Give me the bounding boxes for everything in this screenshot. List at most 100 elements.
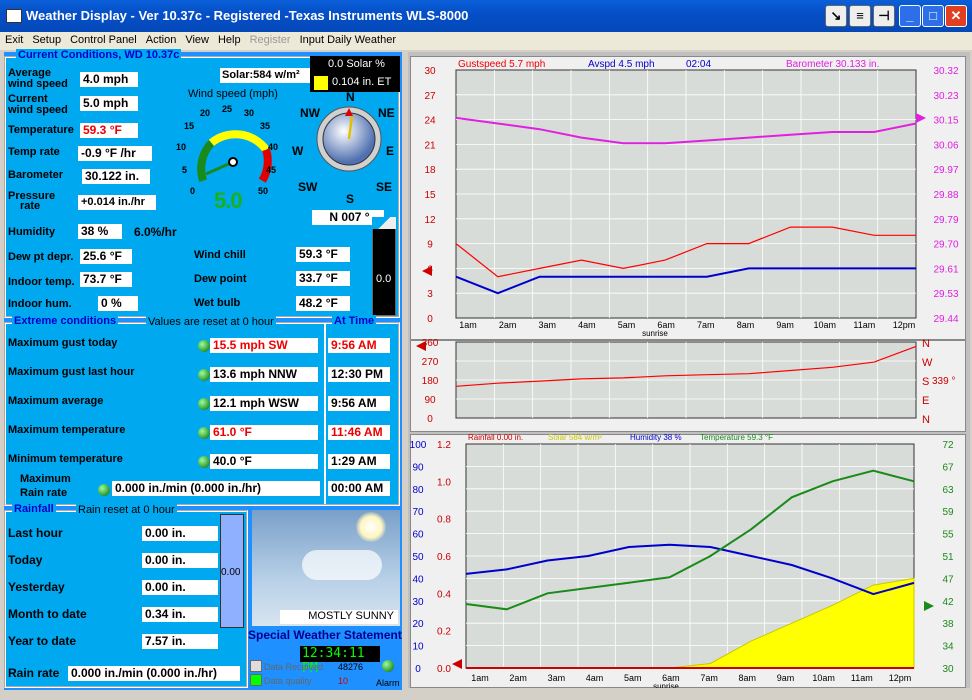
x-axis-tick: 7am [697,320,715,330]
menu-item[interactable]: Control Panel [65,33,141,46]
temp-axis-tick: 63 [942,485,954,496]
left-axis-tick: 9 [427,240,433,251]
rain-gauge: 0.00 [220,514,244,628]
wind-chill-value: 59.3 °F [296,247,350,262]
rain-row-value: 0.00 in. [142,553,218,568]
humidity-label: Humidity [8,226,56,238]
humidity-axis-tick: 60 [412,530,424,541]
max-rain-label: Maximum [20,473,71,485]
compass-w: W [292,144,304,158]
x-axis-tick: 8am [737,320,755,330]
graphs-panel: ‹ › 30272421181512963030.3230.2330.1530.… [408,52,970,688]
rain-axis-tick: 0.8 [437,515,451,526]
menu-item[interactable]: Action [141,33,181,46]
right-axis-tick: 29.53 [933,289,958,300]
pin-down-icon[interactable]: ↘ [825,5,847,27]
indoor-hum-label: Indoor hum. [8,298,72,310]
pin-icon[interactable]: ⊣ [873,5,895,27]
special-weather-statement[interactable]: Special Weather Statement [248,628,402,642]
compass-nw: NW [300,106,320,120]
wet-bulb-value: 48.2 °F [296,296,350,311]
x-axis-tick: 12pm [889,673,912,683]
menu-item[interactable]: Register [245,33,295,46]
humidity-axis-tick: 50 [412,552,424,563]
x-axis-tick: 5am [624,673,642,683]
rain-row-label: Yesterday [8,580,65,594]
x-axis-tick: 5am [618,320,636,330]
compass-sw: SW [298,180,318,194]
solar-percent-box: 0.0 Solar % 0.104 in. ET [310,56,400,92]
rain-axis-tick: 1.0 [437,477,451,488]
extreme-note: Values are reset at 0 hour [146,316,276,328]
temperature-label: Temperature 59.3 °F [700,433,773,442]
minimize-button[interactable]: _ [899,5,921,27]
gauge-tick: 30 [244,108,255,118]
clock-display: 12:34:11 PM [300,646,380,676]
data-received-swatch [250,660,262,672]
extreme-row-label: Maximum average [8,395,104,407]
rainfall-note: Rain reset at 0 hour [76,504,177,516]
rain-rate-value: 0.000 in./min (0.000 in./hr) [68,666,240,681]
gauge-tick: 0 [190,186,196,196]
x-axis-tick: 3am [539,320,557,330]
maximize-button[interactable]: □ [922,5,944,27]
gustspeed-label: Gustspeed 5.7 mph [458,59,545,70]
max-rain-label-2: Rain rate [20,487,68,499]
left-axis-tick: 3 [427,289,433,300]
rain-row-value: 0.00 in. [142,526,218,541]
right-axis-tick: 29.61 [933,264,958,275]
pressure-rate-value: +0.014 in./hr [78,195,156,210]
pressure-rate-label-2: rate [20,200,41,212]
cur-wind-label-2: wind speed [8,104,68,116]
close-button[interactable]: ✕ [945,5,967,27]
right-axis-tick: 30.06 [933,140,958,151]
menu-item[interactable]: Help [213,33,245,46]
extreme-row-value: 61.0 °F [210,425,318,440]
extreme-conditions-panel: Extreme conditions Values are reset at 0… [4,315,400,506]
compass-letter: S [922,376,929,388]
humidity-axis-tick: 0 [415,664,421,675]
stack-icon[interactable]: ≡ [849,5,871,27]
left-axis-tick: 24 [424,116,436,127]
current-conditions-title: Current Conditions, WD 10.37c [16,49,182,61]
gauge-tick: 10 [176,142,187,152]
humidity-axis-tick: 90 [412,462,424,473]
extreme-row-value: 12.1 mph WSW [210,396,318,411]
rainfall-label: Rainfall 0.00 in. [468,433,523,442]
gauge-tick: 40 [268,142,279,152]
menu-item[interactable]: Input Daily Weather [295,33,400,46]
app-icon [6,9,22,23]
temp-rate-value: -0.9 °F /hr [78,146,152,161]
sunrise-label: sunrise [642,329,668,338]
left-axis-tick: 18 [424,165,436,176]
temperature-label: Temperature [8,124,74,136]
menu-item[interactable]: View [180,33,213,46]
max-rain-value: 0.000 in./min (0.000 in./hr) [112,481,320,496]
extreme-row-time: 1:29 AM [328,454,390,469]
humidity-rate-value: 6.0%/hr [134,225,177,239]
temp-axis-tick: 34 [942,642,954,653]
extreme-row-time: 9:56 AM [328,338,390,353]
dew-depr-label: Dew pt depr. [8,251,74,263]
temp-rate-label: Temp rate [8,146,60,158]
right-axis-tick: 29.44 [933,314,958,325]
left-panel: Current Conditions, WD 10.37c Average wi… [4,49,402,690]
humidity-axis-tick: 30 [412,597,424,608]
x-axis-tick: 9am [776,320,794,330]
rain-rate-label: Rain rate [8,666,60,680]
baro-marker [916,113,926,123]
extreme-indicator [198,398,210,410]
menu-item[interactable]: Exit [0,33,27,46]
compass-e: E [386,144,395,158]
rain-axis-tick: 0.4 [437,589,451,600]
gauge-tick: 45 [266,165,277,175]
left-axis-tick: 15 [424,190,436,201]
current-conditions-panel: Current Conditions, WD 10.37c Average wi… [4,49,400,318]
wind-dir-tick: 180 [422,376,439,387]
extreme-row-label: Minimum temperature [8,453,123,465]
gauge-hub [228,157,238,167]
extreme-title: Extreme conditions [12,315,119,327]
menu-item[interactable]: Setup [27,33,65,46]
extreme-indicator [198,340,210,352]
avg-wind-label-2: wind speed [8,78,68,90]
